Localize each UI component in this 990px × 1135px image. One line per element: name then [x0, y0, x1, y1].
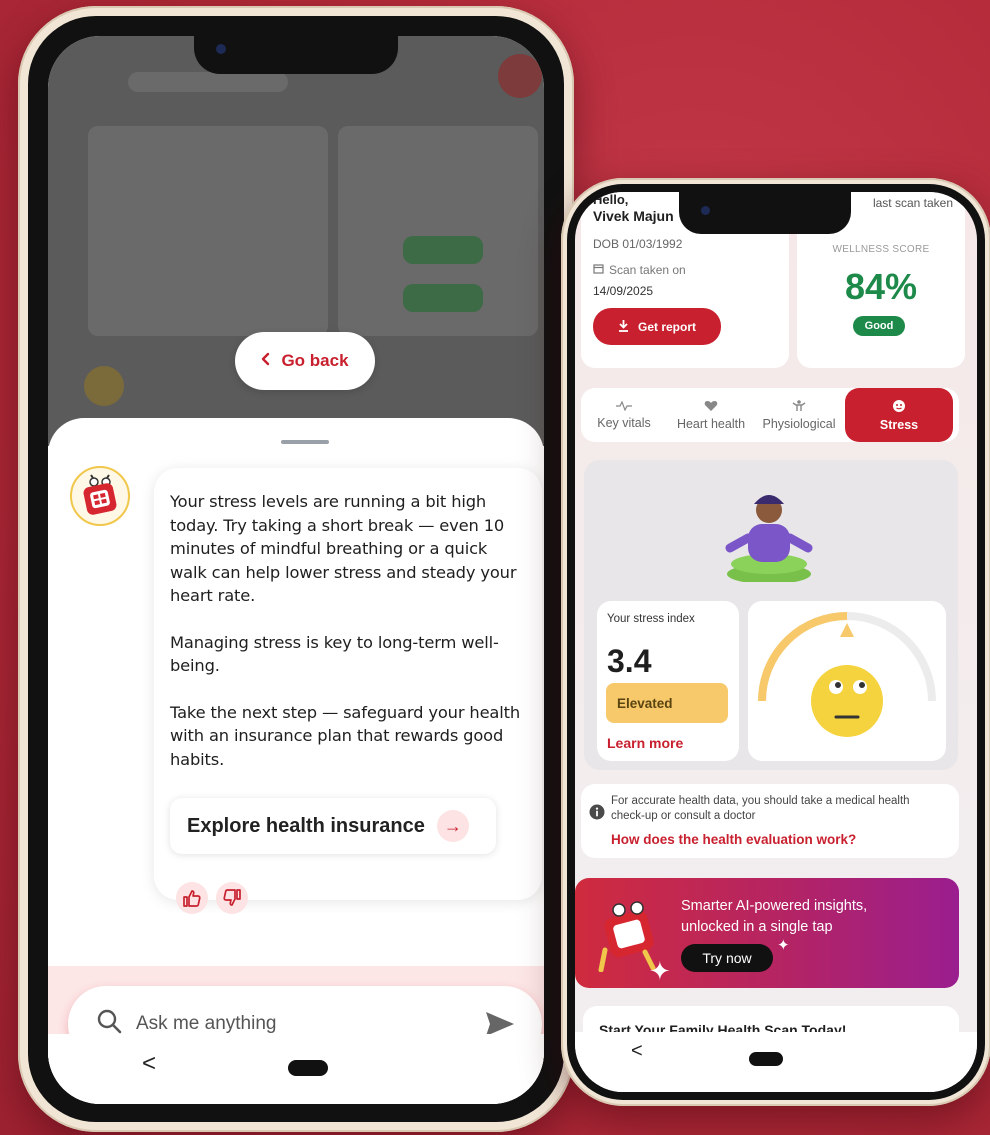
message-paragraph: Your stress levels are running a bit hig… [170, 492, 517, 605]
chevron-left-icon [261, 351, 271, 371]
stress-gauge [758, 612, 936, 737]
body-icon [792, 399, 806, 415]
sparkle-icon: ✦ [649, 956, 671, 986]
dashboard-screen: Hello, Vivek Majun DOB 01/03/1992 Scan t… [575, 192, 977, 1092]
chat-screen: Go back Your stress levels are running a… [48, 36, 544, 1104]
scan-taken-label: Scan taken on [593, 263, 686, 277]
greeting: Hello, [593, 192, 629, 207]
dob-text: DOB 01/03/1992 [593, 237, 683, 251]
go-back-button[interactable]: Go back [235, 332, 375, 390]
learn-more-link[interactable]: Learn more [607, 735, 683, 751]
meditation-illustration [725, 495, 813, 582]
scan-label: Scan taken on [609, 263, 686, 277]
scan-date: 14/09/2025 [593, 284, 654, 298]
user-name: Vivek Majun [593, 208, 674, 224]
blurred-avatar [498, 54, 542, 98]
phone-notch [679, 192, 851, 234]
message-paragraph: Take the next step — safeguard your heal… [170, 702, 521, 769]
chat-phone-frame: Go back Your stress levels are running a… [18, 6, 574, 1132]
tab-label: Key vitals [597, 416, 651, 430]
dashboard-phone-frame: Hello, Vivek Majun DOB 01/03/1992 Scan t… [561, 178, 990, 1106]
explore-health-insurance-button[interactable]: Explore health insurance → [170, 798, 496, 854]
health-evaluation-link[interactable]: How does the health evaluation work? [611, 832, 856, 847]
phone-notch [194, 24, 398, 74]
wellness-score-value: 84% [844, 266, 918, 307]
stress-index-label: Your stress index [607, 613, 695, 625]
face-icon [892, 399, 906, 416]
tab-stress[interactable]: Stress [845, 388, 953, 442]
system-nav-bar: < [575, 1032, 977, 1092]
tab-heart-health[interactable]: Heart health [667, 388, 755, 442]
stress-level-badge: Elevated [606, 683, 728, 723]
calendar-icon [593, 263, 604, 277]
get-report-button[interactable]: Get report [593, 308, 721, 345]
message-paragraph: Managing stress is key to long-term well… [170, 632, 499, 676]
promo-text: Smarter AI-powered insights, unlocked in… [681, 898, 868, 935]
pulse-icon [616, 400, 632, 414]
last-scan-label: last scan taken [872, 196, 953, 210]
health-tabs: Key vitals Heart health Physiological St… [581, 388, 959, 442]
assistant-avatar [70, 466, 130, 526]
ai-insights-promo-banner[interactable]: ✦ ✦ Smarter AI-powered insights, unlocke… [575, 878, 959, 988]
disclaimer-text: For accurate health data, you should tak… [611, 795, 910, 822]
nav-back-button[interactable]: < [631, 1040, 643, 1063]
blurred-emoji [84, 366, 124, 406]
try-now-button[interactable]: Try now [681, 944, 773, 972]
disclaimer-card: For accurate health data, you should tak… [581, 784, 959, 858]
wellness-score-label: WELLNESS SCORE [832, 244, 930, 255]
thumbs-down-icon[interactable] [216, 882, 248, 914]
blurred-badge [403, 236, 483, 264]
tab-label: Physiological [762, 416, 836, 431]
camera-dot [216, 44, 226, 54]
stress-index-value: 3.4 [607, 643, 652, 679]
tab-label: Stress [879, 417, 919, 432]
sheet-drag-handle[interactable] [281, 440, 329, 444]
ask-placeholder: Ask me anything [136, 1013, 277, 1034]
nav-home-pill[interactable] [288, 1060, 328, 1076]
arrow-right-icon: → [436, 810, 469, 842]
stress-panel: Your stress index 3.4 Elevated Learn mor… [584, 460, 958, 770]
tab-physiological[interactable]: Physiological [755, 388, 843, 442]
tab-key-vitals[interactable]: Key vitals [581, 388, 667, 442]
chat-bottom-sheet: Your stress levels are running a bit hig… [48, 418, 544, 1104]
get-report-label: Get report [637, 319, 696, 334]
tab-label: Heart health [676, 416, 746, 431]
system-nav-bar: < [48, 1034, 544, 1104]
assistant-message-bubble: Your stress levels are running a bit hig… [154, 468, 542, 900]
blurred-card [88, 126, 328, 336]
blurred-badge [403, 284, 483, 312]
robot-mascot-icon [83, 474, 117, 515]
download-icon [618, 319, 629, 335]
nav-back-button[interactable]: < [142, 1050, 156, 1078]
info-icon [589, 804, 605, 825]
stress-gauge-card [748, 601, 946, 761]
explore-label: Explore health insurance [187, 814, 425, 837]
thumbs-up-icon[interactable] [176, 882, 208, 914]
heart-icon [704, 400, 718, 415]
blurred-header [128, 72, 288, 92]
wellness-status-badge: Good [853, 316, 905, 336]
camera-dot [701, 206, 710, 215]
go-back-label: Go back [281, 351, 349, 370]
stress-index-card: Your stress index 3.4 Elevated Learn mor… [597, 601, 739, 761]
nav-home-pill[interactable] [749, 1052, 783, 1066]
sparkle-icon: ✦ [777, 937, 790, 954]
